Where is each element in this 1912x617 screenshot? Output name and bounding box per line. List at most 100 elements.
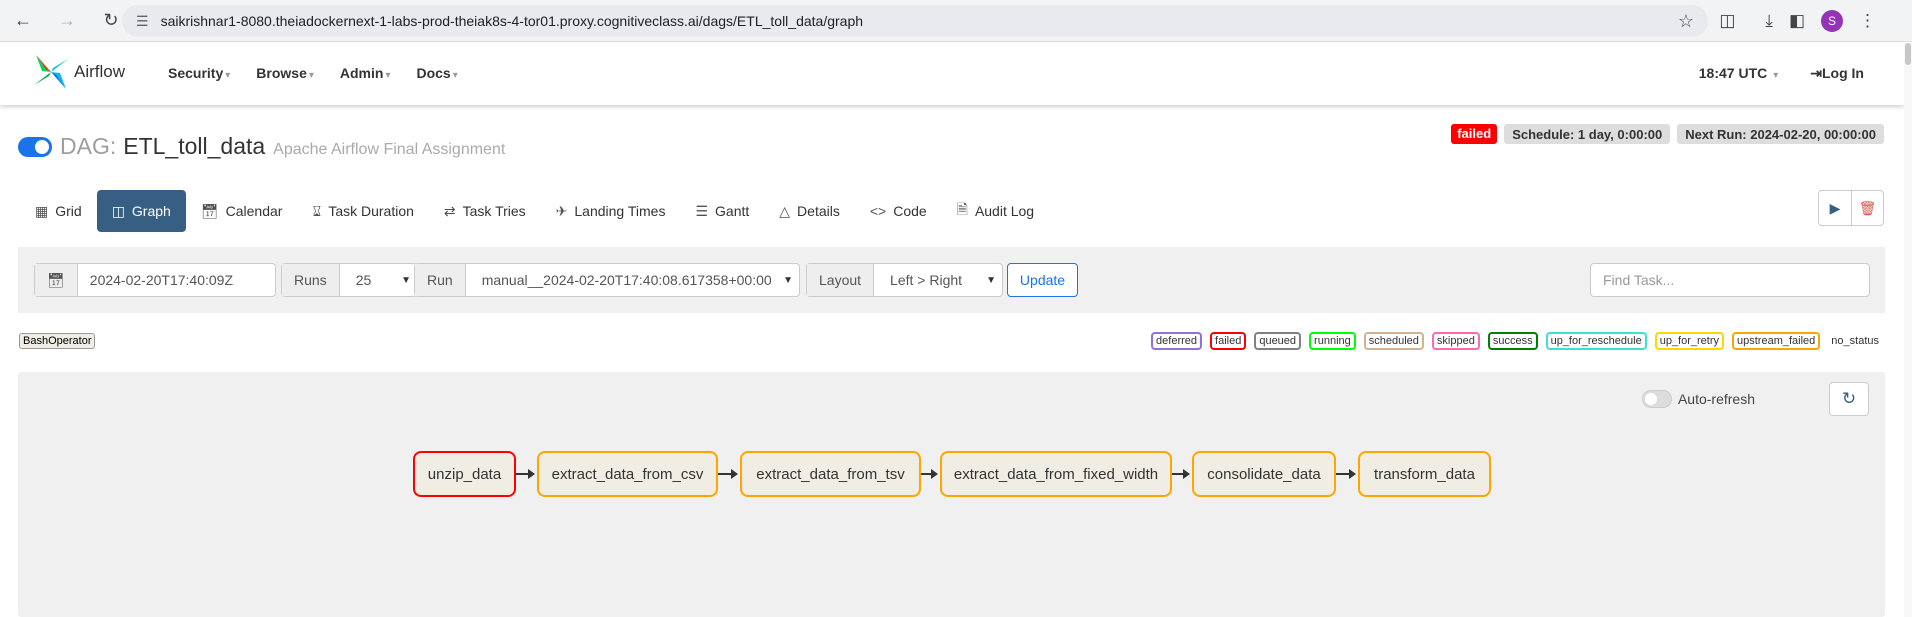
menu-docs-label: Docs — [416, 65, 451, 81]
profile-avatar[interactable]: S — [1821, 10, 1843, 32]
tab-calendar[interactable]: 📅︎ Calendar — [186, 190, 298, 232]
graph-canvas[interactable]: Auto-refresh ↻ unzip_data extract_data_fr… — [18, 372, 1885, 617]
tab-landing-times[interactable]: ✈︎ Landing Times — [541, 190, 681, 232]
tab-task-duration[interactable]: ⌛︎ Task Duration — [297, 190, 428, 232]
state-legend-scheduled[interactable]: scheduled — [1363, 332, 1424, 350]
tab-code[interactable]: <> Code — [855, 190, 942, 232]
page-scrollbar-thumb[interactable] — [1905, 43, 1911, 65]
find-task-input[interactable]: Find Task... — [1590, 263, 1870, 297]
task-node-extract-data-from-tsv[interactable]: extract_data_from_tsv — [740, 451, 921, 497]
airflow-pinwheel-icon — [34, 55, 68, 89]
runs-group: Runs 25 ▼ — [281, 263, 418, 297]
state-legend-running[interactable]: running — [1309, 332, 1356, 350]
tab-graph[interactable]: ◫ Graph — [96, 190, 186, 232]
edge-arrow — [1336, 469, 1356, 479]
run-select[interactable]: manual__2024-02-20T17:40:08.617358+00:00… — [466, 264, 799, 296]
run-group: Run manual__2024-02-20T17:40:08.617358+0… — [414, 263, 800, 297]
edge-arrow — [718, 469, 738, 479]
caret-down-icon: ▾ — [1773, 70, 1779, 81]
task-node-extract-data-from-csv[interactable]: extract_data_from_csv — [537, 451, 718, 497]
state-legend-up-for-reschedule[interactable]: up_for_reschedule — [1545, 332, 1647, 350]
state-legend-failed[interactable]: failed — [1210, 332, 1247, 350]
update-button[interactable]: Update — [1007, 263, 1078, 297]
dag-actions: ▶ 🗑︎ — [1818, 190, 1884, 226]
login-label: Log In — [1822, 65, 1864, 81]
calendar-icon[interactable]: 📅︎ — [35, 264, 78, 296]
code-icon: <> — [869, 203, 887, 219]
state-legend-no-status[interactable]: no_status — [1828, 332, 1882, 350]
edge-arrow — [921, 469, 938, 479]
brand-text: Airflow — [74, 62, 126, 81]
tab-label: Grid — [55, 203, 82, 219]
dag-status-badge[interactable]: failed — [1451, 124, 1498, 144]
next-run-badge: Next Run: 2024-02-20, 00:00:00 — [1677, 124, 1884, 144]
menu-docs[interactable]: Docs ▾ — [416, 65, 457, 81]
state-legend-upstream-failed[interactable]: upstream_failed — [1732, 332, 1821, 350]
page-scrollbar[interactable] — [1904, 43, 1912, 617]
state-legend-success[interactable]: success — [1487, 332, 1538, 350]
state-legend-skipped[interactable]: skipped — [1431, 332, 1480, 350]
chrome-menu-icon[interactable]: ⋮ — [1859, 11, 1876, 31]
refresh-icon[interactable]: ↻ — [1829, 382, 1869, 416]
runs-label: Runs — [282, 264, 340, 296]
caret-down-icon: ▾ — [452, 70, 458, 81]
dag-view-tabs: ▦ Grid ◫ Graph 📅︎ Calendar ⌛︎ Task Duration … — [20, 190, 1049, 232]
layout-select[interactable]: Left > Right ▼ — [874, 264, 1002, 296]
base-date-input[interactable]: 2024-02-20T17:40:09Z — [78, 264, 245, 296]
airflow-navbar: Airflow Security ▾ Browse ▾ Admin ▾ Docs ▾ 1… — [0, 43, 1904, 105]
auto-refresh-control[interactable]: Auto-refresh — [1641, 390, 1755, 408]
forward-icon[interactable]: → — [52, 6, 82, 36]
menu-browse[interactable]: Browse ▾ — [256, 65, 314, 81]
state-legend-queued[interactable]: queued — [1254, 332, 1302, 350]
tab-gantt[interactable]: ☰ Gantt — [680, 190, 764, 232]
delete-dag-trash-icon[interactable]: 🗑︎ — [1851, 191, 1883, 225]
task-node-consolidate-data[interactable]: consolidate_data — [1192, 451, 1336, 497]
dag-pause-toggle[interactable] — [18, 136, 52, 157]
task-node-transform-data[interactable]: transform_data — [1358, 451, 1491, 497]
caret-down-icon: ▾ — [308, 70, 314, 81]
menu-admin[interactable]: Admin ▾ — [340, 65, 391, 81]
auto-refresh-toggle[interactable] — [1641, 390, 1672, 408]
menu-security-label: Security — [168, 65, 224, 81]
menu-security[interactable]: Security ▾ — [168, 65, 230, 81]
time-label: 18:47 UTC — [1698, 65, 1768, 81]
state-legend-deferred[interactable]: deferred — [1151, 332, 1203, 350]
tab-task-tries[interactable]: ⇄ Task Tries — [429, 190, 541, 232]
task-node-unzip-data[interactable]: unzip_data — [413, 451, 516, 497]
airflow-logo[interactable]: Airflow — [32, 53, 125, 91]
edge-arrow — [1172, 469, 1190, 479]
login-link[interactable]: ⇥Log In — [1810, 65, 1864, 82]
bookmark-star-icon[interactable]: ☆ — [1678, 11, 1694, 32]
runs-select[interactable]: 25 ▼ — [340, 264, 417, 296]
hourglass-icon: ⌛︎ — [312, 202, 322, 219]
runs-value: 25 — [355, 272, 372, 288]
site-info-icon[interactable]: ☰ — [136, 13, 149, 30]
filter-bar: 📅︎ 2024-02-20T17:40:09Z Runs 25 ▼ Run man… — [18, 247, 1885, 313]
timezone-dropdown[interactable]: 18:47 UTC ▾ — [1699, 65, 1779, 82]
tab-audit-log[interactable]: 🗎︎ Audit Log — [942, 190, 1049, 232]
browser-toolbar: ← → ↻ ☰ saikrishnar1-8080.theiadockernex… — [0, 0, 1912, 42]
extensions-icon[interactable]: ◫ — [1719, 11, 1735, 31]
tab-label: Details — [797, 203, 840, 219]
tab-grid[interactable]: ▦ Grid — [20, 190, 97, 232]
chevron-down-icon: ▼ — [783, 274, 793, 286]
warning-triangle-icon: △ — [779, 202, 791, 219]
url-text[interactable]: saikrishnar1-8080.theiadockernext-1-labs… — [161, 13, 863, 29]
audit-log-icon: 🗎︎ — [956, 201, 968, 217]
grid-icon: ▦ — [35, 202, 49, 219]
back-icon[interactable]: ← — [8, 6, 38, 36]
tab-details[interactable]: △ Details — [764, 190, 855, 232]
download-icon[interactable]: ⤓ — [1765, 11, 1773, 31]
trigger-dag-play-icon[interactable]: ▶ — [1819, 191, 1851, 225]
task-node-extract-data-from-fixed-width[interactable]: extract_data_from_fixed_width — [940, 451, 1172, 497]
chevron-down-icon: ▼ — [401, 274, 411, 286]
side-panel-icon[interactable]: ◧ — [1789, 11, 1805, 31]
dag-id[interactable]: ETL_toll_data — [123, 133, 265, 160]
state-legend-up-for-retry[interactable]: up_for_retry — [1654, 332, 1725, 350]
tab-label: Calendar — [225, 203, 283, 219]
schedule-badge: Schedule: 1 day, 0:00:00 — [1504, 124, 1671, 144]
calendar-icon: 📅︎ — [200, 202, 219, 219]
address-bar[interactable]: ☰ saikrishnar1-8080.theiadockernext-1-la… — [122, 5, 1708, 37]
tab-label: Task Duration — [328, 203, 414, 219]
tab-label: Task Tries — [462, 203, 526, 219]
